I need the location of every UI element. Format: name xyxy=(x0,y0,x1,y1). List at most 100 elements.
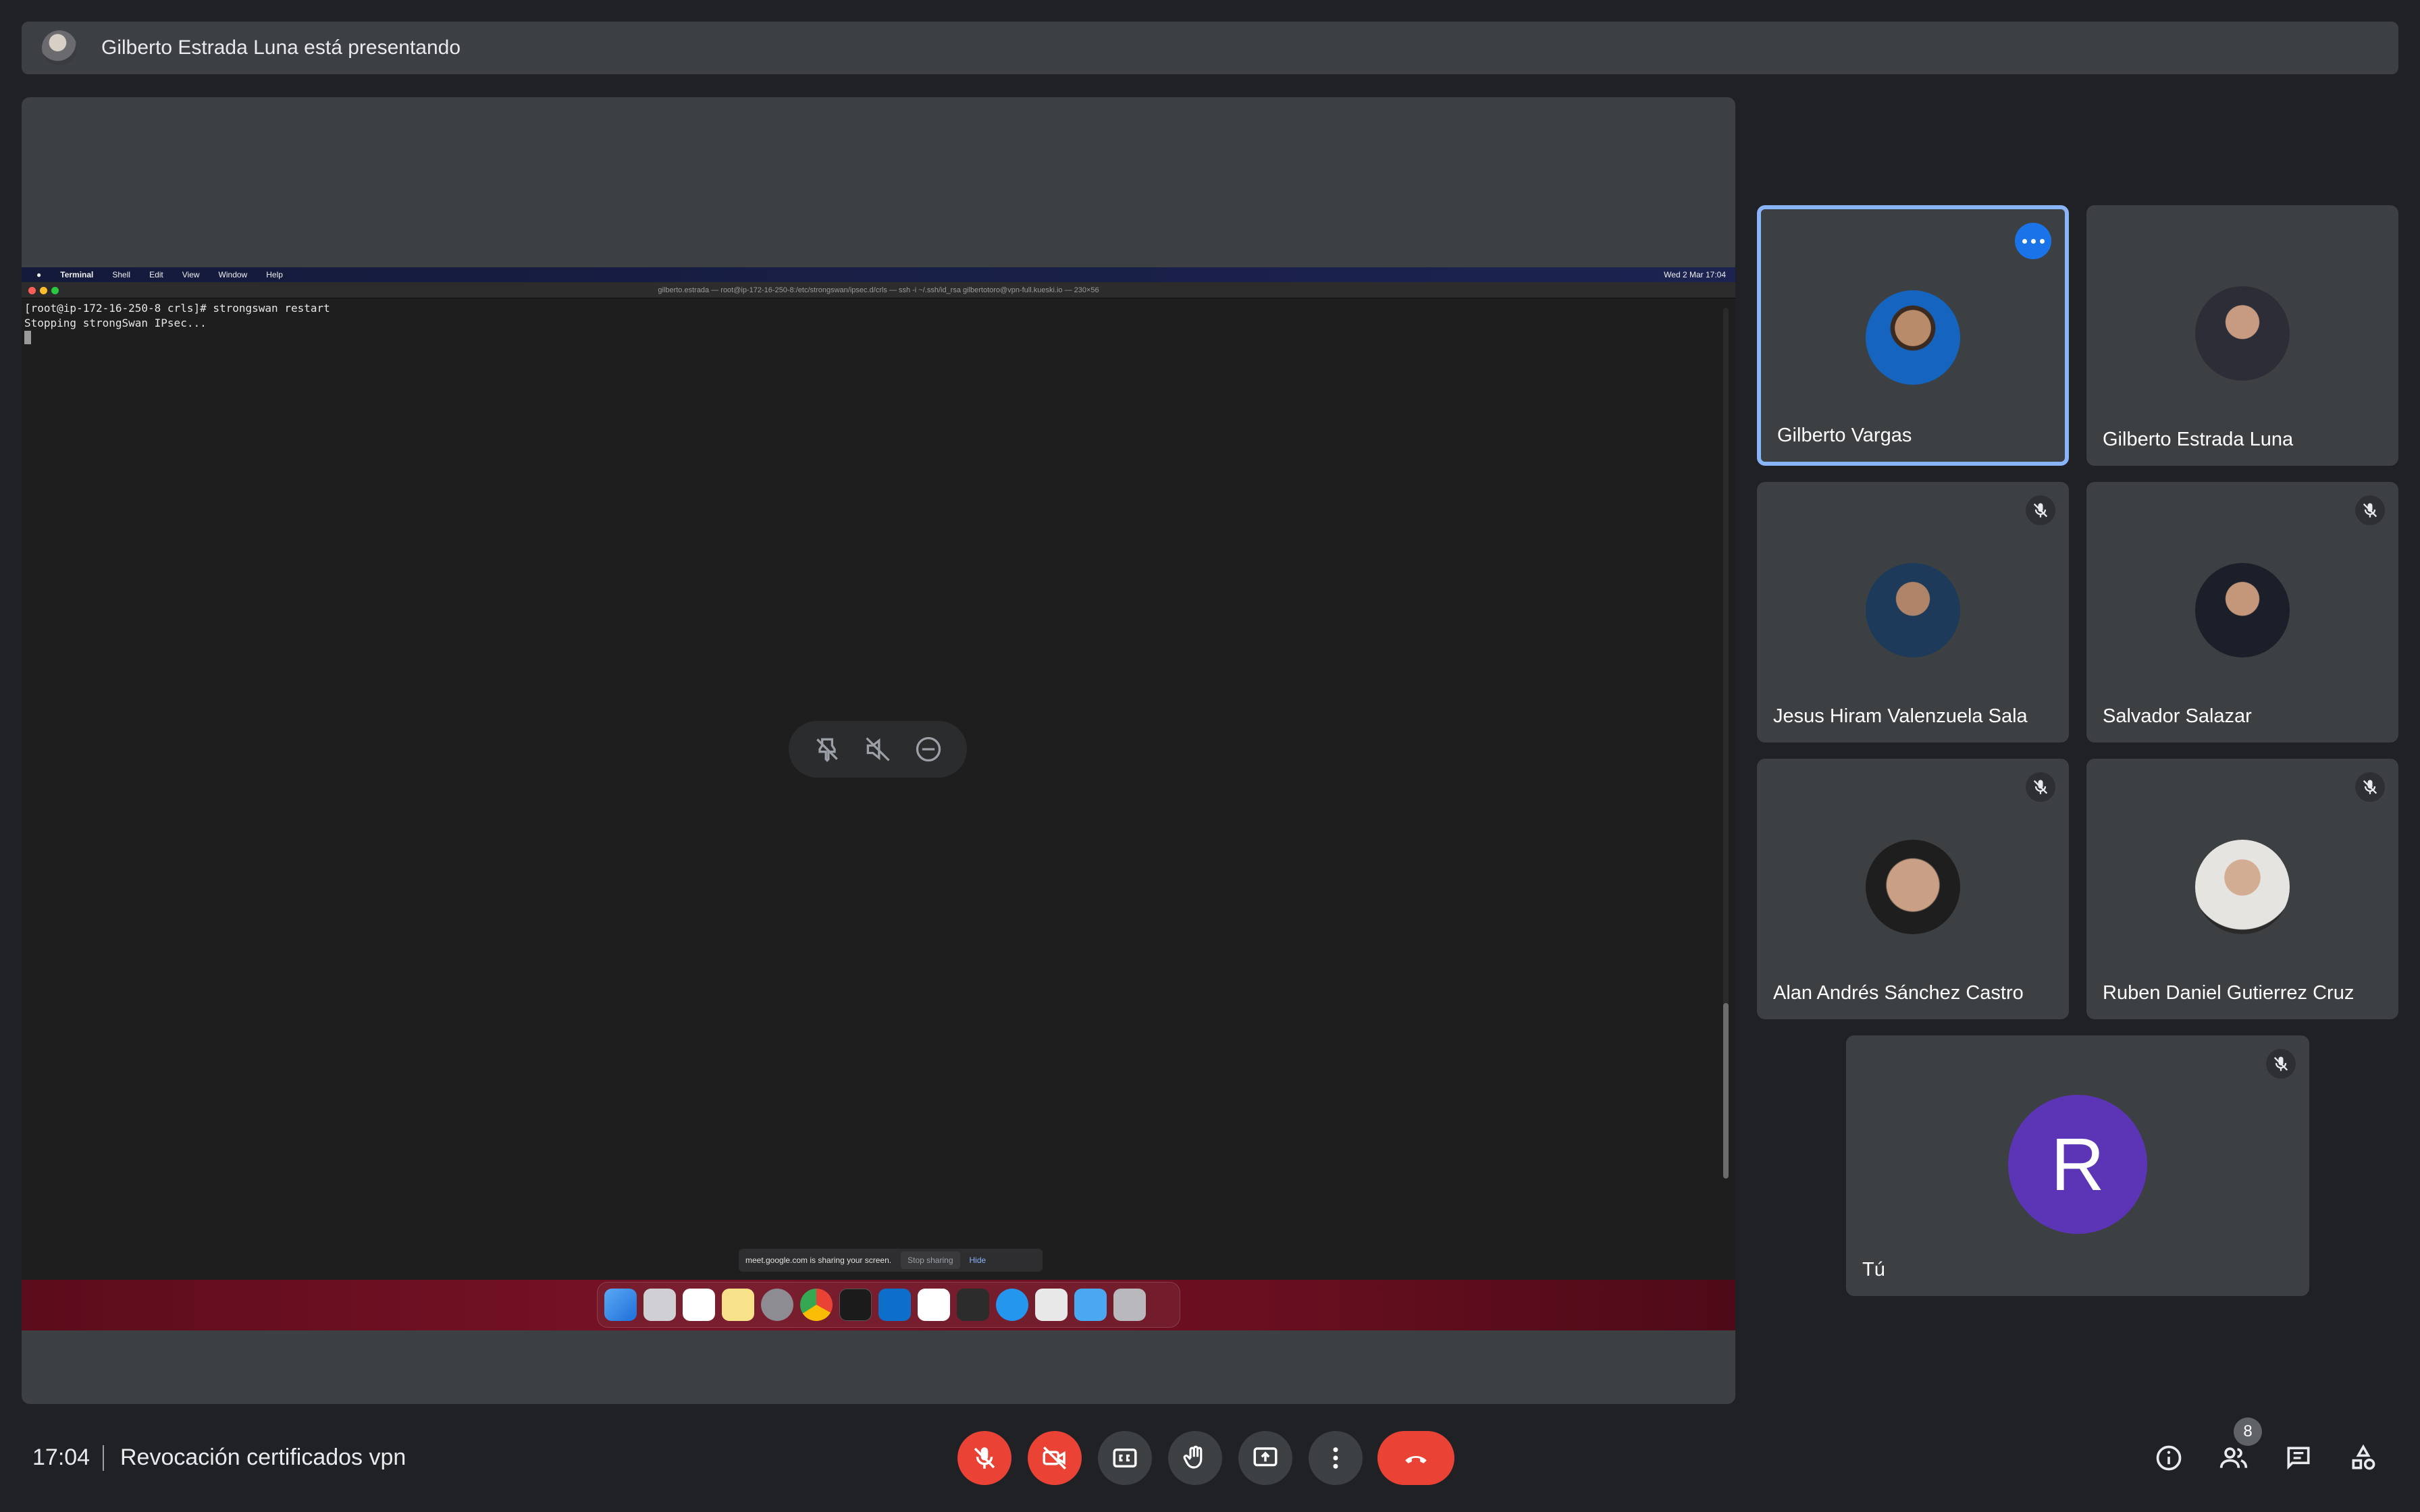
chrome-icon xyxy=(800,1289,833,1321)
participant-avatar xyxy=(2195,563,2290,657)
finder-icon xyxy=(604,1289,637,1321)
system-preferences-icon xyxy=(761,1289,793,1321)
info-icon xyxy=(2156,1445,2182,1471)
close-dot-icon xyxy=(28,287,36,294)
people-icon xyxy=(2219,1447,2248,1468)
unpin-icon[interactable] xyxy=(812,734,842,764)
menubar-item: Help xyxy=(266,270,283,279)
menubar-item: Window xyxy=(218,270,248,279)
participant-avatar xyxy=(1866,563,1960,657)
meeting-title: Revocación certificados vpn xyxy=(120,1444,406,1470)
people-button[interactable] xyxy=(2217,1442,2250,1474)
camera-toggle-button[interactable] xyxy=(1028,1431,1082,1485)
muted-mic-icon xyxy=(2355,495,2385,525)
terminal-titlebar: gilberto.estrada — root@ip-172-16-250-8:… xyxy=(22,282,1735,298)
participant-avatar xyxy=(1866,290,1960,385)
preview-icon xyxy=(1035,1289,1068,1321)
mic-off-icon xyxy=(974,1447,995,1469)
menubar-item: Shell xyxy=(112,270,131,279)
presenter-avatar xyxy=(42,30,77,65)
presentation-stage[interactable]: ● Terminal Shell Edit View Window Help W… xyxy=(22,97,1735,1404)
participant-tile[interactable]: Gilberto Vargas xyxy=(1757,205,2069,466)
participant-name: Jesus Hiram Valenzuela Sala xyxy=(1773,705,2028,727)
share-notice-text: meet.google.com is sharing your screen. xyxy=(745,1256,892,1265)
menubar-app: Terminal xyxy=(60,270,94,279)
terminal-app-icon xyxy=(839,1289,872,1321)
presenter-banner-text: Gilberto Estrada Luna está presentando xyxy=(101,36,461,59)
terminal-cursor xyxy=(24,331,31,344)
minimize-dot-icon xyxy=(40,287,47,294)
zoom-dot-icon xyxy=(51,287,59,294)
trash-icon xyxy=(1113,1289,1146,1321)
self-tile[interactable]: R Tú xyxy=(1846,1035,2309,1296)
terminal-scrollbar xyxy=(1723,308,1729,1179)
terminal-line: [root@ip-172-16-250-8 crls]# strongswan … xyxy=(24,302,330,315)
tools-icon xyxy=(957,1289,989,1321)
participant-tile[interactable]: Alan Andrés Sánchez Castro xyxy=(1757,759,2069,1019)
activities-icon xyxy=(2352,1444,2375,1470)
more-vert-icon xyxy=(1333,1447,1338,1469)
stop-sharing-label: Stop sharing xyxy=(901,1251,960,1269)
participant-name: Alan Andrés Sánchez Castro xyxy=(1773,982,2024,1004)
participant-tile[interactable]: Salvador Salazar xyxy=(2086,482,2398,742)
downloads-folder-icon xyxy=(1074,1289,1107,1321)
mute-presentation-audio-icon[interactable] xyxy=(863,734,893,764)
present-screen-icon xyxy=(1253,1447,1278,1467)
more-options-button[interactable] xyxy=(1309,1431,1363,1485)
screen-share-notice: meet.google.com is sharing your screen. … xyxy=(739,1249,1043,1272)
mac-menubar: ● Terminal Shell Edit View Window Help W… xyxy=(22,267,1735,282)
meeting-clock: 17:04 xyxy=(32,1444,90,1470)
participant-tile[interactable]: Gilberto Estrada Luna xyxy=(2086,205,2398,466)
footer-divider xyxy=(103,1445,104,1471)
vscode-icon xyxy=(878,1289,911,1321)
participant-tile[interactable]: Jesus Hiram Valenzuela Sala xyxy=(1757,482,2069,742)
participant-tile[interactable]: Ruben Daniel Gutierrez Cruz xyxy=(2086,759,2398,1019)
muted-mic-icon xyxy=(2355,772,2385,802)
participant-avatar xyxy=(1866,840,1960,934)
hang-up-icon xyxy=(1405,1455,1427,1463)
meeting-details-button[interactable] xyxy=(2153,1442,2185,1474)
raise-hand-button[interactable] xyxy=(1168,1431,1222,1485)
people-count-badge: 8 xyxy=(2234,1418,2262,1446)
participant-avatar xyxy=(2195,840,2290,934)
terminal-output: [root@ip-172-16-250-8 crls]# strongswan … xyxy=(24,301,1712,331)
leave-call-button[interactable] xyxy=(1377,1431,1454,1485)
self-name: Tú xyxy=(1862,1259,1885,1280)
chat-button[interactable] xyxy=(2282,1442,2315,1474)
notes-icon xyxy=(722,1289,754,1321)
presenter-banner: Gilberto Estrada Luna está presentando xyxy=(22,22,2398,74)
present-now-button[interactable] xyxy=(1238,1431,1292,1485)
apple-icon: ● xyxy=(36,270,42,279)
muted-mic-icon xyxy=(2026,772,2055,802)
remove-tile-icon[interactable] xyxy=(914,734,943,764)
muted-mic-icon xyxy=(2026,495,2055,525)
docker-icon xyxy=(996,1289,1028,1321)
closed-captions-icon xyxy=(1113,1449,1137,1467)
captions-button[interactable] xyxy=(1098,1431,1152,1485)
muted-mic-icon xyxy=(2266,1049,2296,1079)
hide-label: Hide xyxy=(969,1256,987,1265)
launchpad-icon xyxy=(643,1289,676,1321)
participant-avatar xyxy=(2195,286,2290,381)
terminal-line: Stopping strongSwan IPsec... xyxy=(24,317,207,329)
presentation-overlay-controls xyxy=(789,721,967,778)
microphone-toggle-button[interactable] xyxy=(957,1431,1011,1485)
participant-name: Ruben Daniel Gutierrez Cruz xyxy=(2103,982,2355,1004)
mac-dock xyxy=(597,1282,1180,1328)
participant-name: Gilberto Estrada Luna xyxy=(2103,429,2294,450)
participant-name: Gilberto Vargas xyxy=(1777,425,1912,446)
menubar-item: View xyxy=(182,270,200,279)
menubar-item: Edit xyxy=(149,270,163,279)
terminal-window-title: gilberto.estrada — root@ip-172-16-250-8:… xyxy=(658,286,1099,294)
chat-icon xyxy=(2287,1447,2310,1470)
camera-off-icon xyxy=(1043,1447,1066,1469)
hand-icon xyxy=(1183,1445,1203,1469)
more-options-button[interactable] xyxy=(2015,223,2051,259)
participant-name: Salvador Salazar xyxy=(2103,705,2252,727)
self-avatar: R xyxy=(2008,1095,2147,1234)
calendar-icon xyxy=(683,1289,715,1321)
menubar-clock: Wed 2 Mar 17:04 xyxy=(1664,270,1726,279)
shared-screen: ● Terminal Shell Edit View Window Help W… xyxy=(22,267,1735,1330)
slack-icon xyxy=(918,1289,950,1321)
activities-button[interactable] xyxy=(2347,1442,2379,1474)
